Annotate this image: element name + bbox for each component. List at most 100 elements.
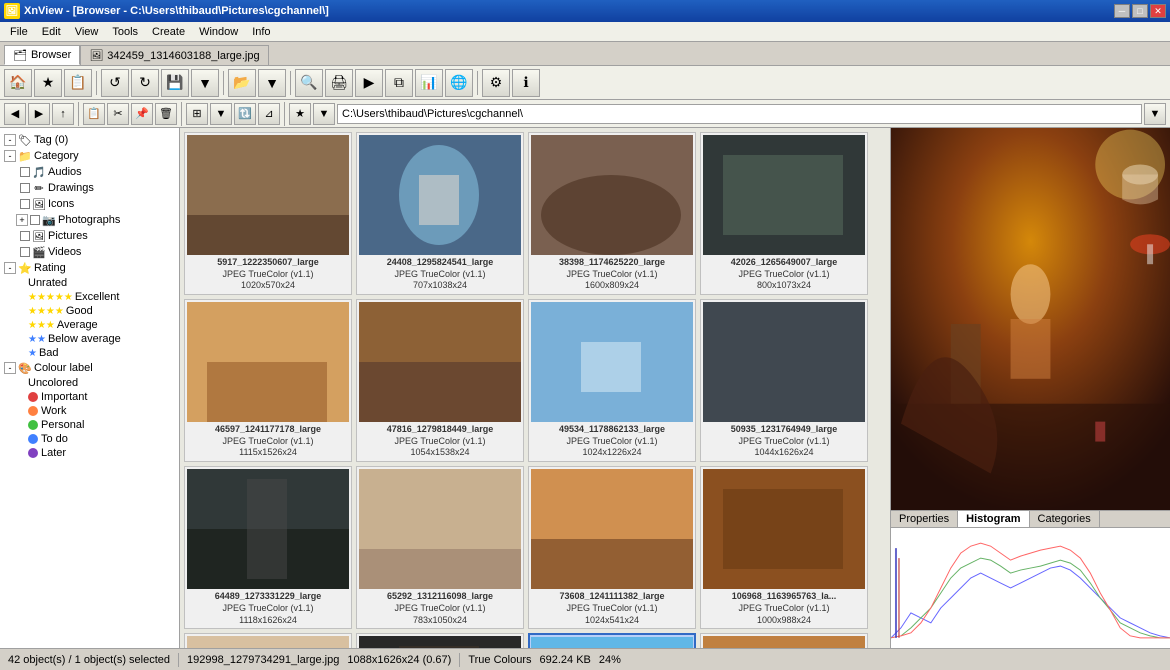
list-item[interactable]: 125841_1166714058_la...JPEG TrueColor (v…	[184, 633, 352, 648]
sidebar-item-tag[interactable]: - 🏷 Tag (0)	[0, 132, 179, 148]
nav-dropdown[interactable]: ▼	[210, 103, 232, 125]
toolbar-net[interactable]: 🌐	[445, 69, 473, 97]
toolbar-open-dropdown[interactable]: ▼	[258, 69, 286, 97]
toolbar-info[interactable]: ℹ	[512, 69, 540, 97]
toolbar-compare[interactable]: ⧉	[385, 69, 413, 97]
drawings-cb[interactable]	[20, 183, 30, 193]
toolbar-save[interactable]: 💾	[161, 69, 189, 97]
nav-delete[interactable]: 🗑	[155, 103, 177, 125]
close-button[interactable]: ✕	[1150, 4, 1166, 18]
sidebar-item-todo[interactable]: To do	[0, 432, 179, 446]
menu-file[interactable]: File	[4, 24, 34, 40]
toolbar-batch[interactable]: 📊	[415, 69, 443, 97]
list-item[interactable]: 47816_1279818449_largeJPEG TrueColor (v1…	[356, 299, 524, 462]
list-item[interactable]: 73608_1241111382_largeJPEG TrueColor (v1…	[528, 466, 696, 629]
list-item[interactable]: 50935_1231764949_largeJPEG TrueColor (v1…	[700, 299, 868, 462]
sidebar-item-category[interactable]: - 📁 Category	[0, 148, 179, 164]
toolbar-refresh2[interactable]: ↻	[131, 69, 159, 97]
sidebar-item-work[interactable]: Work	[0, 404, 179, 418]
list-item[interactable]: 160022_1205695844_la...JPEG TrueColor (v…	[356, 633, 524, 648]
list-item[interactable]: 65292_1312116098_largeJPEG TrueColor (v1…	[356, 466, 524, 629]
toolbar-open[interactable]: 📂	[228, 69, 256, 97]
tab-properties[interactable]: Properties	[891, 511, 958, 527]
list-item[interactable]: 193080_1180812449_la...JPEG TrueColor (v…	[700, 633, 868, 648]
list-item[interactable]: 46597_1241177178_largeJPEG TrueColor (v1…	[184, 299, 352, 462]
rating-expander[interactable]: -	[4, 262, 16, 274]
toolbar-settings[interactable]: ⚙	[482, 69, 510, 97]
sidebar-item-audios[interactable]: 🎵 Audios	[0, 164, 179, 180]
sidebar-item-videos[interactable]: 🎬 Videos	[0, 244, 179, 260]
sidebar-item-uncolored[interactable]: Uncolored	[0, 376, 179, 390]
maximize-button[interactable]: □	[1132, 4, 1148, 18]
sidebar-item-good[interactable]: ★★★★ Good	[0, 304, 179, 318]
tab-categories[interactable]: Categories	[1030, 511, 1100, 527]
menu-create[interactable]: Create	[146, 24, 191, 40]
list-item[interactable]: 24408_1295824541_largeJPEG TrueColor (v1…	[356, 132, 524, 295]
colour-expander[interactable]: -	[4, 362, 16, 374]
list-item[interactable]: 38398_1174625220_largeJPEG TrueColor (v1…	[528, 132, 696, 295]
nav-sort[interactable]: 🔃	[234, 103, 256, 125]
sidebar-item-personal[interactable]: Personal	[0, 418, 179, 432]
sidebar-item-bad[interactable]: ★ Bad	[0, 346, 179, 360]
sidebar-item-later[interactable]: Later	[0, 446, 179, 460]
nav-path-go[interactable]: ▼	[1144, 103, 1166, 125]
minimize-button[interactable]: ─	[1114, 4, 1130, 18]
list-item[interactable]: 64489_1273331229_largeJPEG TrueColor (v1…	[184, 466, 352, 629]
path-bar[interactable]: C:\Users\thibaud\Pictures\cgchannel\	[337, 104, 1142, 124]
menu-edit[interactable]: Edit	[36, 24, 67, 40]
tab-histogram[interactable]: Histogram	[958, 511, 1029, 527]
sidebar-item-below-average[interactable]: ★★ Below average	[0, 332, 179, 346]
list-item[interactable]: 42026_1265649007_largeJPEG TrueColor (v1…	[700, 132, 868, 295]
status-sep-2	[459, 653, 460, 667]
photos-expander[interactable]: +	[16, 214, 28, 226]
menu-view[interactable]: View	[69, 24, 105, 40]
toolbar-star[interactable]: ★	[34, 69, 62, 97]
nav-paste[interactable]: 📌	[131, 103, 153, 125]
sidebar-item-rating[interactable]: - ⭐ Rating	[0, 260, 179, 276]
nav-star[interactable]: ★	[289, 103, 311, 125]
audios-cb[interactable]	[20, 167, 30, 177]
menu-tools[interactable]: Tools	[106, 24, 144, 40]
category-expander[interactable]: -	[4, 150, 16, 162]
tag-expander[interactable]: -	[4, 134, 16, 146]
list-item[interactable]: 192998_1279734291_la...JPEG TrueColor (v…	[528, 633, 696, 648]
nav-copy[interactable]: 📋	[83, 103, 105, 125]
nav-filter[interactable]: ⊿	[258, 103, 280, 125]
videos-cb[interactable]	[20, 247, 30, 257]
tab-browser[interactable]: 🗂 Browser	[4, 45, 80, 65]
photos-cb[interactable]	[30, 215, 40, 225]
list-item[interactable]: 5917_1222350607_largeJPEG TrueColor (v1.…	[184, 132, 352, 295]
sidebar-item-excellent[interactable]: ★★★★★ Excellent	[0, 290, 179, 304]
toolbar-search[interactable]: 🔍	[295, 69, 323, 97]
pictures-cb[interactable]	[20, 231, 30, 241]
toolbar-refresh1[interactable]: ↺	[101, 69, 129, 97]
nav-grid[interactable]: ⊞	[186, 103, 208, 125]
icons-cb[interactable]	[20, 199, 30, 209]
nav-path-dropdown[interactable]: ▼	[313, 103, 335, 125]
menu-info[interactable]: Info	[246, 24, 276, 40]
toolbar-print[interactable]: 🖨	[325, 69, 353, 97]
sidebar-item-colour-label[interactable]: - 🎨 Colour label	[0, 360, 179, 376]
sidebar-item-important[interactable]: Important	[0, 390, 179, 404]
toolbar-home[interactable]: 🏠	[4, 69, 32, 97]
tab-image[interactable]: 🖼 342459_1314603188_large.jpg	[80, 45, 268, 65]
sidebar-item-pictures[interactable]: 🖼 Pictures	[0, 228, 179, 244]
list-item[interactable]: 106968_1163965763_la...JPEG TrueColor (v…	[700, 466, 868, 629]
menu-window[interactable]: Window	[193, 24, 244, 40]
list-item[interactable]: 49534_1178862133_largeJPEG TrueColor (v1…	[528, 299, 696, 462]
toolbar-view[interactable]: 📋	[64, 69, 92, 97]
personal-dot	[28, 420, 38, 430]
window-controls[interactable]: ─ □ ✕	[1114, 4, 1166, 18]
toolbar-slide[interactable]: ▶	[355, 69, 383, 97]
sidebar-item-unrated[interactable]: Unrated	[0, 276, 179, 290]
nav-forward[interactable]: ▶	[28, 103, 50, 125]
nav-back[interactable]: ◀	[4, 103, 26, 125]
sidebar-item-drawings[interactable]: ✏ Drawings	[0, 180, 179, 196]
toolbar-nav-dropdown[interactable]: ▼	[191, 69, 219, 97]
sidebar-item-icons[interactable]: 🖼 Icons	[0, 196, 179, 212]
sidebar-item-average[interactable]: ★★★ Average	[0, 318, 179, 332]
nav-cut[interactable]: ✂	[107, 103, 129, 125]
nav-up[interactable]: ↑	[52, 103, 74, 125]
status-sep-1	[178, 653, 179, 667]
sidebar-item-photographs[interactable]: + 📷 Photographs	[0, 212, 179, 228]
